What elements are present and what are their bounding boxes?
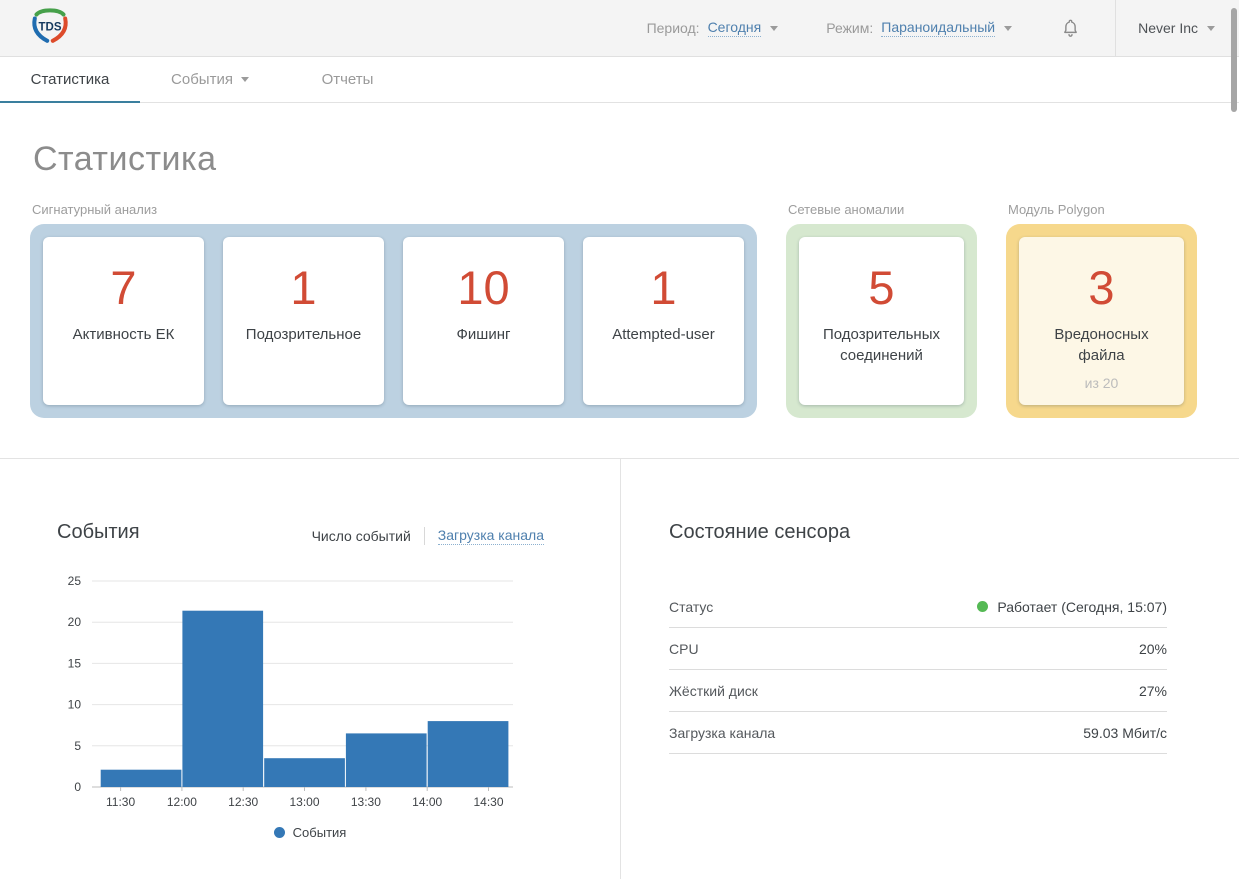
stat-label: Подозрительное [245, 326, 362, 343]
svg-text:15: 15 [68, 656, 82, 670]
network-anomalies-group: Сетевые аномалии 5 Подозрительных соедин… [786, 202, 977, 418]
page: TDS Период: Сегодня Режим: Параноидальны… [0, 0, 1239, 879]
stat-card-attempted-user[interactable]: 1 Attempted-user [583, 237, 744, 405]
stat-value: 3 [1088, 261, 1115, 314]
toggle-event-count[interactable]: Число событий [312, 528, 411, 544]
row-label: Статус [669, 598, 714, 615]
stat-value: 1 [650, 261, 677, 314]
chevron-down-icon [240, 77, 249, 82]
events-bar-chart: 0 5 10 15 20 25 11:30 12:00 12:30 13:00 13:30 14:00… [68, 574, 513, 809]
status-text: Работает (Сегодня, 15:07) [997, 598, 1167, 615]
notifications-button[interactable] [1060, 17, 1081, 39]
stat-value: 1 [290, 261, 317, 314]
tab-reports-label: Отчеты [321, 71, 374, 88]
stat-label: Attempted-user [612, 326, 715, 343]
svg-text:14:30: 14:30 [473, 795, 503, 809]
period-label: Период: [646, 20, 700, 36]
period-select[interactable]: Сегодня [707, 19, 762, 37]
tab-statistics-label: Статистика [30, 71, 110, 88]
signature-analysis-box: 7 Активность ЕК 1 Подозрительное 10 Фиши… [30, 224, 757, 418]
svg-text:20: 20 [68, 615, 82, 629]
events-panel: События Число событий Загрузка канала 0 5… [0, 459, 621, 879]
svg-text:12:30: 12:30 [228, 795, 258, 809]
toggle-separator [423, 527, 425, 545]
signature-analysis-label: Сигнатурный анализ [32, 202, 158, 217]
stat-card-suspicious[interactable]: 1 Подозрительное [223, 237, 384, 405]
stat-label: Подозрительных соединений [823, 326, 940, 364]
bottom-section: События Число событий Загрузка канала 0 5… [0, 459, 1239, 879]
page-title: Статистика [33, 140, 217, 178]
stat-sublabel: из 20 [1084, 375, 1119, 391]
mode-control: Режим: Параноидальный [826, 19, 1013, 37]
stat-label: Фишинг [456, 326, 511, 343]
row-value: 59.03 Мбит/с [1083, 724, 1167, 741]
stat-value: 7 [110, 261, 137, 314]
table-row-channel-load: Загрузка канала 59.03 Мбит/с [669, 712, 1167, 754]
legend-dot-icon [273, 827, 285, 838]
topbar: TDS Период: Сегодня Режим: Параноидальны… [0, 0, 1239, 57]
row-value: Работает (Сегодня, 15:07) [977, 599, 1167, 615]
stat-card-phishing[interactable]: 10 Фишинг [403, 237, 564, 405]
stat-card-malicious-files[interactable]: 3 Вредоносных файла из 20 [1019, 237, 1184, 405]
account-menu[interactable]: Never Inc [1116, 0, 1239, 56]
stat-card-suspicious-connections[interactable]: 5 Подозрительных соединений [799, 237, 964, 405]
legend-label: События [292, 825, 347, 840]
events-panel-title: События [57, 521, 140, 543]
row-value: 27% [1138, 682, 1167, 699]
svg-text:13:30: 13:30 [351, 795, 381, 809]
chevron-down-icon [1004, 25, 1013, 31]
polygon-module-group: Модуль Polygon 3 Вредоносных файла из 20 [1006, 202, 1197, 418]
tds-logo-icon[interactable]: TDS [28, 4, 72, 53]
stat-value: 10 [457, 261, 510, 314]
network-anomalies-box: 5 Подозрительных соединений [786, 224, 977, 418]
topbar-controls: Период: Сегодня Режим: Параноидальный Ne… [647, 0, 1239, 56]
row-value: 20% [1138, 640, 1167, 657]
svg-text:25: 25 [68, 574, 82, 588]
row-label: Загрузка канала [669, 724, 776, 741]
svg-text:14:00: 14:00 [412, 795, 442, 809]
polygon-module-box: 3 Вредоносных файла из 20 [1006, 224, 1197, 418]
stat-label: Активность ЕК [72, 326, 175, 343]
svg-text:12:00: 12:00 [167, 795, 197, 809]
bell-icon [1064, 19, 1077, 37]
stats-row: Сигнатурный анализ 7 Активность ЕК 1 Под… [30, 202, 1239, 418]
account-name: Never Inc [1138, 20, 1198, 36]
row-label: CPU [669, 640, 699, 657]
chart-mode-toggle: Число событий Загрузка канала [312, 527, 544, 545]
polygon-module-label: Модуль Polygon [1008, 202, 1105, 217]
tab-events[interactable]: События [140, 57, 280, 102]
chevron-down-icon [770, 25, 779, 31]
main-tabs: Статистика События Отчеты [0, 57, 1239, 103]
sensor-table: Статус Работает (Сегодня, 15:07) CPU 20%… [669, 586, 1167, 754]
svg-text:TDS: TDS [39, 21, 62, 33]
toggle-channel-load[interactable]: Загрузка канала [437, 527, 544, 545]
svg-text:13:00: 13:00 [289, 795, 319, 809]
row-label: Жёсткий диск [669, 682, 758, 699]
stat-card-ek-activity[interactable]: 7 Активность ЕК [43, 237, 204, 405]
sensor-panel: Состояние сенсора Статус Работает (Сегод… [621, 459, 1239, 879]
chart-legend-item[interactable]: События [0, 825, 620, 840]
mode-label: Режим: [826, 20, 874, 36]
svg-text:0: 0 [74, 780, 81, 794]
tab-reports[interactable]: Отчеты [280, 57, 415, 102]
chevron-down-icon [1207, 25, 1215, 31]
mode-select[interactable]: Параноидальный [881, 19, 996, 37]
svg-text:11:30: 11:30 [106, 795, 135, 809]
signature-analysis-group: Сигнатурный анализ 7 Активность ЕК 1 Под… [30, 202, 757, 418]
period-control: Период: Сегодня [647, 19, 779, 37]
stat-value: 5 [868, 261, 895, 314]
network-anomalies-label: Сетевые аномалии [788, 202, 905, 217]
table-row-disk: Жёсткий диск 27% [669, 670, 1167, 712]
status-ok-dot-icon [977, 601, 989, 612]
svg-text:5: 5 [74, 739, 81, 753]
tab-events-label: События [171, 71, 233, 88]
scrollbar-thumb[interactable] [1231, 8, 1237, 112]
table-row-status: Статус Работает (Сегодня, 15:07) [669, 586, 1167, 628]
table-row-cpu: CPU 20% [669, 628, 1167, 670]
svg-text:10: 10 [68, 698, 82, 712]
stat-label: Вредоносных файла [1054, 326, 1149, 364]
sensor-panel-title: Состояние сенсора [669, 521, 851, 543]
tab-statistics[interactable]: Статистика [0, 57, 140, 103]
